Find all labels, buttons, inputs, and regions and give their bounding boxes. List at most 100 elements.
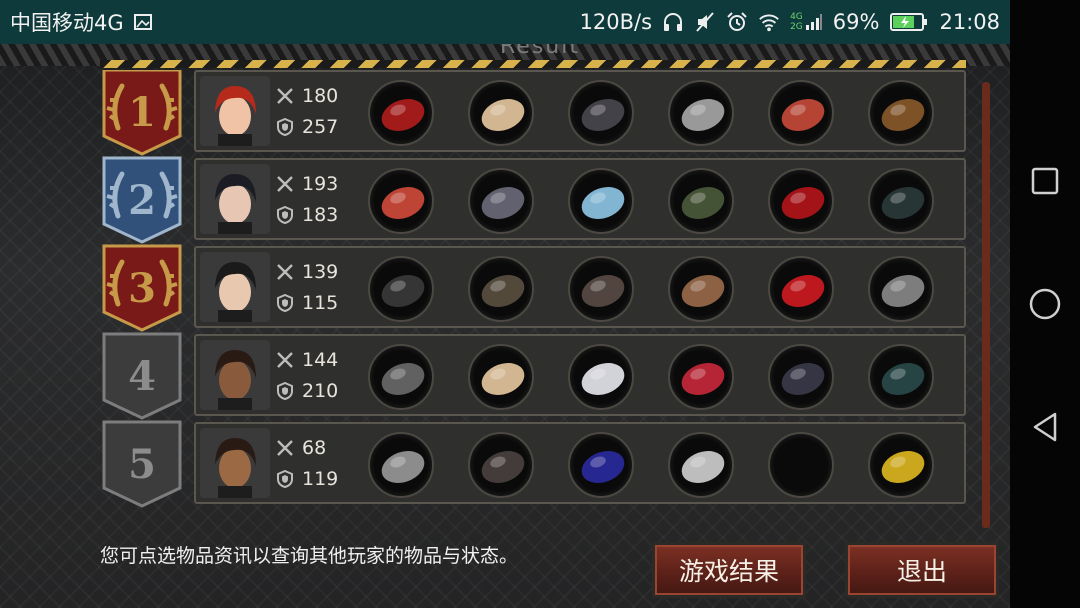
game-result-screen: Result 1 180 257 2 193 183 3 139 115 4 1…: [0, 44, 1010, 608]
player-card[interactable]: 139 115: [194, 246, 966, 328]
player-avatar[interactable]: [200, 428, 270, 498]
carrier-label: 中国移动4G: [10, 11, 124, 35]
magazine-icon: [881, 275, 925, 307]
rank-number: 1: [128, 88, 156, 136]
player-avatar[interactable]: [200, 340, 270, 410]
defense-stat: 183: [276, 199, 346, 230]
player-ranking-list[interactable]: 1 180 257 2 193 183 3 139 115 4 144 210 …: [100, 70, 966, 540]
equipment-slot-baton[interactable]: [868, 344, 934, 410]
equipment-slot-metal-disc[interactable]: [668, 80, 734, 146]
alarm-icon: [726, 11, 748, 33]
equipment-slot-dark-armor[interactable]: [568, 80, 634, 146]
bow-icon: [381, 363, 425, 395]
equipment-slot-magazine[interactable]: [868, 256, 934, 322]
crossed-swords-icon: [277, 439, 293, 456]
equipment-slot-wooden-staff[interactable]: [668, 168, 734, 234]
equipment-slot-white-boots[interactable]: [668, 432, 734, 498]
equipment-slot-white-shirt[interactable]: [568, 344, 634, 410]
player-avatar[interactable]: [200, 164, 270, 234]
player-row[interactable]: 3 139 115: [100, 244, 966, 332]
equipment-slot-bead-necklace[interactable]: [668, 344, 734, 410]
chain-hood-icon: [481, 451, 525, 483]
equipment-slot-power-cell[interactable]: [668, 256, 734, 322]
battery-icon: [889, 11, 929, 33]
equipment-slot-wooden-cross[interactable]: [868, 80, 934, 146]
dark-gauntlet-icon: [781, 363, 825, 395]
wooden-cross-icon: [881, 99, 925, 131]
defense-stat: 257: [276, 111, 346, 142]
equipment-slot-winged-tiara[interactable]: [468, 344, 534, 410]
equipment-slot-chain-mail[interactable]: [568, 168, 634, 234]
combat-helmet-icon: [481, 275, 525, 307]
crossed-swords-icon: [277, 87, 293, 104]
equipment-slot-gold-ribbon[interactable]: [868, 432, 934, 498]
defense-stat: 115: [276, 287, 346, 318]
equipment-slot-bow[interactable]: [368, 344, 434, 410]
player-card[interactable]: 144 210: [194, 334, 966, 416]
player-card[interactable]: 180 257: [194, 70, 966, 152]
equipment-slot-red-platform-heels[interactable]: [768, 168, 834, 234]
player-card[interactable]: 193 183: [194, 158, 966, 240]
headphones-icon: [662, 11, 684, 33]
attack-stat: 193: [276, 168, 346, 199]
equipment-slot-shuriken[interactable]: [368, 432, 434, 498]
shield-icon: [277, 205, 293, 224]
equipment-slots: [356, 78, 966, 148]
shuriken-icon: [381, 451, 425, 483]
rank-badge: 3: [100, 242, 184, 334]
status-bar: 中国移动4G 120B/s 4G 2G 69% 21:08: [0, 0, 1010, 44]
game-results-button[interactable]: 游戏结果: [652, 542, 806, 598]
leather-armor-icon: [581, 275, 625, 307]
player-avatar[interactable]: [200, 252, 270, 322]
equipment-slots: [356, 342, 966, 412]
defense-value: 257: [302, 115, 339, 138]
player-row[interactable]: 5 68 119: [100, 420, 966, 508]
back-button[interactable]: [1027, 409, 1063, 445]
equipment-slot-empty[interactable]: [768, 432, 834, 498]
square-icon: [1031, 168, 1059, 195]
equipment-slot-dark-gauntlet[interactable]: [768, 344, 834, 410]
shield-icon: [277, 381, 293, 400]
defense-value: 115: [302, 291, 339, 314]
attack-value: 144: [302, 348, 339, 371]
white-boots-icon: [681, 451, 725, 483]
equipment-slot-leather-armor[interactable]: [568, 256, 634, 322]
defense-value: 210: [302, 379, 339, 402]
equipment-slot-combat-helmet[interactable]: [468, 256, 534, 322]
red-platform-heels-icon: [781, 187, 825, 219]
player-row[interactable]: 2 193 183: [100, 156, 966, 244]
player-row[interactable]: 4 144 210: [100, 332, 966, 420]
red-heels-icon: [781, 275, 825, 307]
equipment-slot-dark-tiara[interactable]: [468, 168, 534, 234]
exit-button[interactable]: 退出: [845, 542, 999, 598]
result-title: Result: [500, 44, 580, 59]
player-row[interactable]: 1 180 257: [100, 70, 966, 156]
attack-value: 68: [302, 436, 327, 459]
attack-stat: 139: [276, 256, 346, 287]
player-card[interactable]: 68 119: [194, 422, 966, 504]
equipment-slot-dynamite-belt[interactable]: [768, 80, 834, 146]
attack-stat: 68: [276, 432, 346, 463]
dark-tiara-icon: [481, 187, 525, 219]
sniper-rifle-icon: [381, 275, 425, 307]
equipment-slot-scope[interactable]: [868, 168, 934, 234]
wifi-icon: [758, 11, 780, 33]
equipment-slot-blue-robe[interactable]: [568, 432, 634, 498]
attack-value: 180: [302, 84, 339, 107]
equipment-slot-sniper-rifle[interactable]: [368, 256, 434, 322]
winged-tiara-icon: [481, 363, 525, 395]
equipment-slots: [356, 254, 966, 324]
recent-apps-button[interactable]: [1027, 163, 1063, 199]
crossed-swords-icon: [277, 263, 293, 280]
equipment-slot-red-heels[interactable]: [768, 256, 834, 322]
equipment-slot-katana[interactable]: [368, 168, 434, 234]
equipment-slot-wing-blade[interactable]: [368, 80, 434, 146]
defense-value: 119: [302, 467, 339, 490]
home-button[interactable]: [1027, 286, 1063, 322]
back-triangle-icon: [1033, 412, 1057, 441]
equipment-slot-chain-hood[interactable]: [468, 432, 534, 498]
player-stats: 68 119: [276, 432, 346, 498]
equipment-slot-winged-tiara[interactable]: [468, 80, 534, 146]
list-scrollbar[interactable]: [982, 82, 990, 528]
player-avatar[interactable]: [200, 76, 270, 146]
